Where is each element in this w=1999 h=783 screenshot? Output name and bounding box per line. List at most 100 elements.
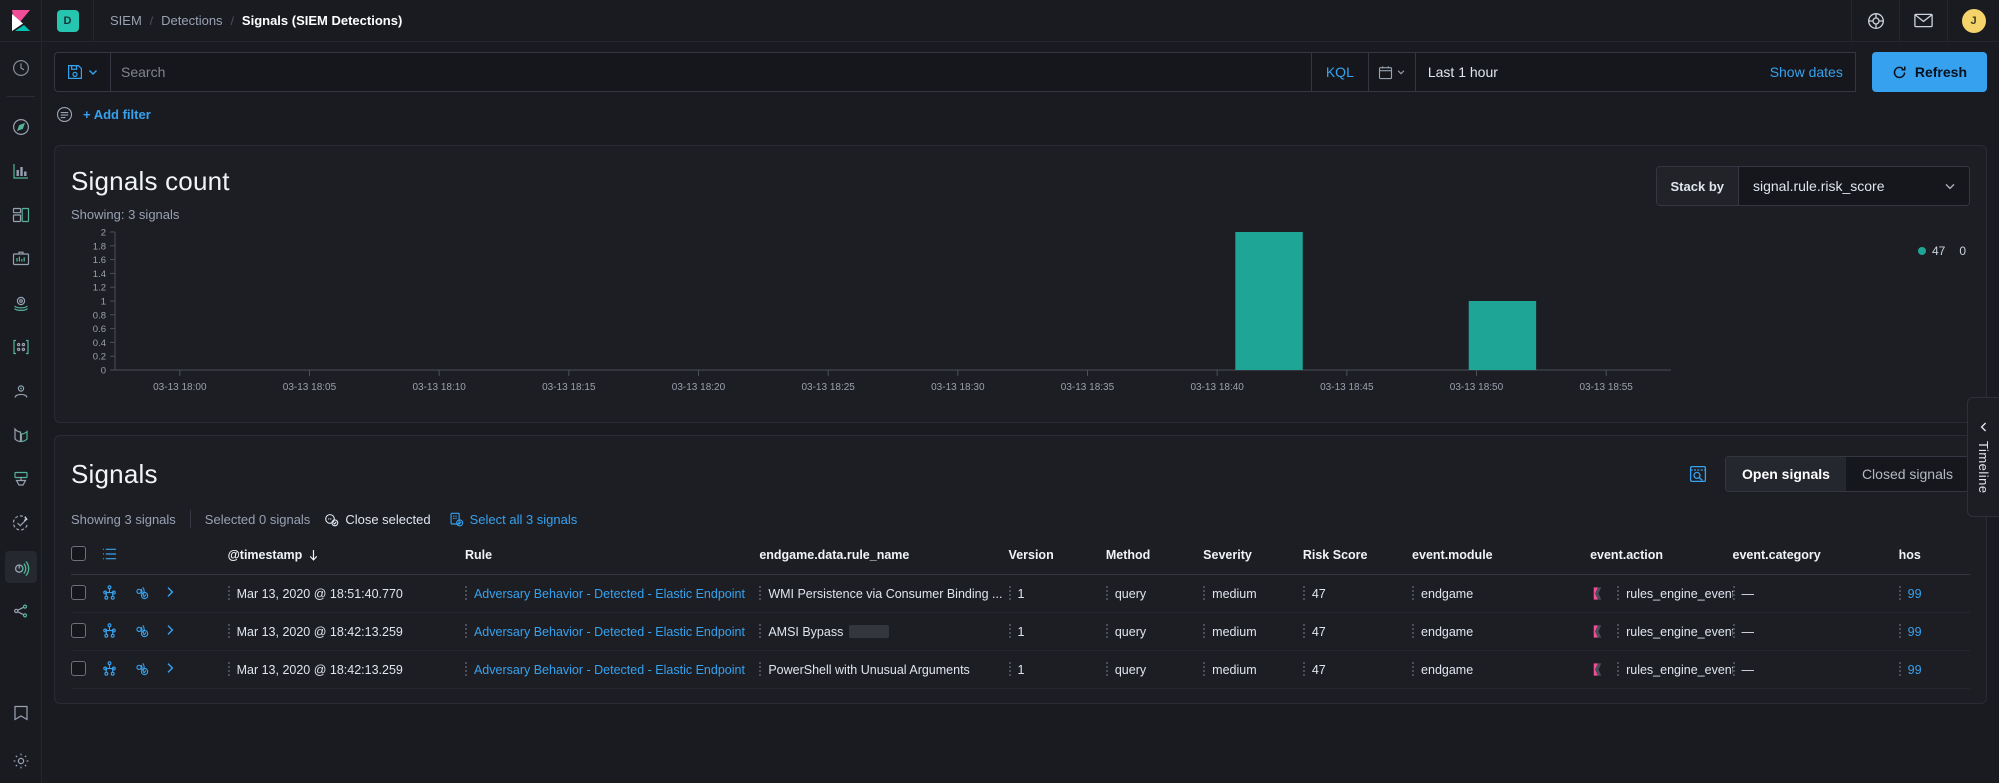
stack-by-control[interactable]: Stack by signal.rule.risk_score [1656,166,1970,206]
sidebar-item-siem[interactable] [5,551,37,583]
cell-endgame-rule-name[interactable]: WMI Persistence via Consumer Binding ... [759,575,1008,613]
cell-endgame-rule-name[interactable]: PowerShell with Unusual Arguments [759,651,1008,689]
analyze-event-icon[interactable] [102,623,117,638]
mail-icon[interactable] [1899,0,1947,42]
avatar[interactable]: J [1947,0,1999,42]
analyze-event-cell[interactable] [102,575,133,613]
cell-version[interactable]: 1 [1009,651,1106,689]
tab-closed-signals[interactable]: Closed signals [1846,457,1969,491]
column-options-header[interactable] [102,538,133,575]
rule-link[interactable]: Adversary Behavior - Detected - Elastic … [474,663,745,677]
add-filter-button[interactable]: + Add filter [83,107,151,122]
column-header-endgame-rule-name[interactable]: endgame.data.rule_name [759,538,1008,575]
cell-severity[interactable]: medium [1203,651,1303,689]
sidebar-item-recently-viewed[interactable] [5,52,37,84]
table-row[interactable]: Mar 13, 2020 @ 18:42:13.259 Adversary Beh… [71,651,1970,689]
expand-row-icon[interactable] [164,588,177,602]
sidebar-item-infrastructure[interactable] [5,375,37,407]
sidebar-item-logs[interactable] [5,419,37,451]
cell-event-category[interactable]: — [1733,613,1899,651]
cell-severity[interactable]: medium [1203,575,1303,613]
breadcrumb-item-signals[interactable]: Signals (SIEM Detections) [242,13,402,28]
column-header-rule[interactable]: Rule [465,538,759,575]
sidebar-item-visualize[interactable] [5,155,37,187]
cell-rule[interactable]: Adversary Behavior - Detected - Elastic … [465,651,759,689]
refresh-button[interactable]: Refresh [1872,52,1987,92]
query-language-button[interactable]: KQL [1311,52,1368,92]
host-link[interactable]: 99 [1908,587,1922,601]
cell-event-action[interactable]: rules_engine_event [1590,613,1732,651]
expand-row-cell[interactable] [164,651,195,689]
cell-endgame-rule-name[interactable]: AMSI Bypass [759,613,1008,651]
column-header-risk-score[interactable]: Risk Score [1303,538,1412,575]
sidebar-item-maps[interactable] [5,287,37,319]
stack-by-value[interactable]: signal.rule.risk_score [1739,167,1939,205]
breadcrumb-item-detections[interactable]: Detections [161,13,222,28]
cell-timestamp[interactable]: Mar 13, 2020 @ 18:42:13.259 [228,651,465,689]
space-selector[interactable]: D [42,0,94,42]
close-selected-button[interactable]: Close selected [324,512,430,527]
column-header-method[interactable]: Method [1106,538,1203,575]
cell-rule[interactable]: Adversary Behavior - Detected - Elastic … [465,613,759,651]
add-to-timeline-cell[interactable] [133,575,164,613]
cell-version[interactable]: 1 [1009,613,1106,651]
cell-version[interactable]: 1 [1009,575,1106,613]
legend-item-47[interactable]: 47 [1918,244,1945,258]
sidebar-item-stack-monitoring[interactable] [5,697,37,729]
cell-risk-score[interactable]: 47 [1303,651,1412,689]
tab-open-signals[interactable]: Open signals [1726,457,1846,491]
sidebar-item-discover[interactable] [5,111,37,143]
cell-rule[interactable]: Adversary Behavior - Detected - Elastic … [465,575,759,613]
expand-row-icon[interactable] [164,664,177,678]
rule-link[interactable]: Adversary Behavior - Detected - Elastic … [474,587,745,601]
search-field[interactable] [110,52,1311,92]
select-all-checkbox[interactable] [71,546,86,561]
inspect-icon[interactable] [1689,465,1707,483]
add-to-timeline-cell[interactable] [133,613,164,651]
row-checkbox-cell[interactable] [71,651,102,689]
saved-query-button[interactable] [54,52,110,92]
expand-row-icon[interactable] [164,626,177,640]
add-to-timeline-icon[interactable] [133,660,149,676]
cell-host[interactable]: 99 [1899,575,1970,613]
analyze-event-cell[interactable] [102,651,133,689]
column-header-event-category[interactable]: event.category [1733,538,1899,575]
sidebar-item-uptime[interactable] [5,507,37,539]
select-all-button[interactable]: Select all 3 signals [449,512,578,527]
cell-method[interactable]: query [1106,651,1203,689]
row-checkbox[interactable] [71,661,86,676]
cell-risk-score[interactable]: 47 [1303,575,1412,613]
expand-row-cell[interactable] [164,613,195,651]
search-input[interactable] [121,64,1301,80]
cell-event-category[interactable]: — [1733,575,1899,613]
cell-event-action[interactable]: rules_engine_event [1590,575,1732,613]
column-header-host[interactable]: hos [1899,538,1970,575]
add-to-timeline-cell[interactable] [133,651,164,689]
cell-method[interactable]: query [1106,613,1203,651]
signals-histogram[interactable]: 47 0 00.20.40.60.811.21.41.61.8203-13 18… [71,226,1970,408]
cell-risk-score[interactable]: 47 [1303,613,1412,651]
sidebar-item-canvas[interactable] [5,243,37,275]
analyze-event-icon[interactable] [102,661,117,676]
date-range-field[interactable]: Last 1 hour Show dates [1416,52,1856,92]
cell-severity[interactable]: medium [1203,613,1303,651]
column-header-severity[interactable]: Severity [1203,538,1303,575]
timeline-flyout-button[interactable]: Timeline [1967,397,1999,517]
analyze-event-icon[interactable] [102,585,117,600]
column-header-event-action[interactable]: event.action [1590,538,1732,575]
table-row[interactable]: Mar 13, 2020 @ 18:42:13.259 Adversary Beh… [71,613,1970,651]
filter-menu-icon[interactable] [56,106,73,123]
row-checkbox-cell[interactable] [71,613,102,651]
cell-event-module[interactable]: endgame [1412,613,1590,651]
cell-timestamp[interactable]: Mar 13, 2020 @ 18:42:13.259 [228,613,465,651]
column-header-timestamp[interactable]: @timestamp [228,538,465,575]
select-all-checkbox-header[interactable] [71,538,102,575]
table-row[interactable]: Mar 13, 2020 @ 18:51:40.770Adversary Beh… [71,575,1970,613]
rule-link[interactable]: Adversary Behavior - Detected - Elastic … [474,625,745,639]
add-to-timeline-icon[interactable] [133,584,149,600]
chevron-down-icon[interactable] [1939,167,1969,205]
cell-host[interactable]: 99 [1899,613,1970,651]
add-to-timeline-icon[interactable] [133,622,149,638]
expand-row-cell[interactable] [164,575,195,613]
cell-method[interactable]: query [1106,575,1203,613]
